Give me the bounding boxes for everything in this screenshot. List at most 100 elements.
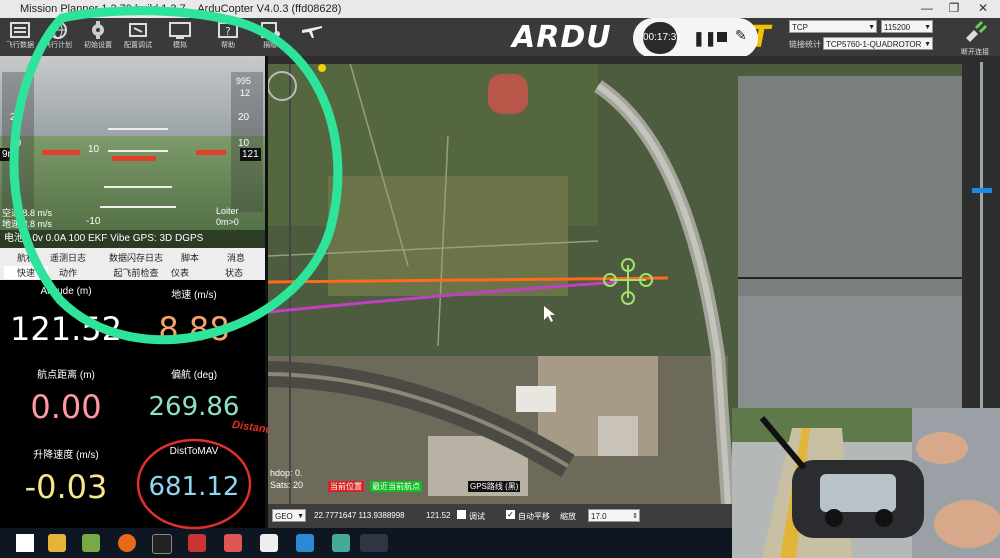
tab-gauges[interactable]: 仪表	[158, 266, 202, 279]
hdop-label: hdop: 0.	[270, 468, 303, 478]
zoom-label: 缩放	[560, 512, 576, 521]
main-toolbar: 飞行数据 飞行计划 初始设置 配置调试 模拟 ? 帮助 捐赠 ARDU T 00…	[0, 18, 1000, 58]
aircraft-reference-right	[196, 150, 226, 155]
baud-value: 115200	[884, 23, 911, 32]
tab-aircraft[interactable]: 航机	[4, 251, 48, 264]
cursor-coordinates: 22.7771647 113.9388998	[314, 511, 405, 520]
auto-pan-label: 自动平移	[518, 512, 550, 521]
restore-button[interactable]: ❐	[943, 1, 965, 15]
hud-status-bar: 电池0.0v 0.0A 100 EKF Vibe GPS: 3D DGPS	[0, 230, 265, 248]
tab-messages[interactable]: 消息	[214, 251, 258, 264]
quick-value-yaw: 269.86	[148, 392, 240, 422]
hud-panel: 20 10 10 -10 10 20 9m 121 空速 8.8 m/s 地速 …	[0, 56, 265, 248]
logo-text: ARDU	[512, 20, 612, 55]
app-icon[interactable]	[260, 534, 278, 552]
airspeed-readout: 9m	[0, 148, 18, 161]
app-icon[interactable]	[332, 534, 350, 552]
flight-data-label: 飞行数据	[6, 42, 34, 49]
tab-scripts[interactable]: 脚本	[168, 251, 212, 264]
pen-icon[interactable]: ✎	[735, 27, 747, 44]
data-tabs: 航机 遥测日志 数据闪存日志 脚本 消息 快速 动作 起飞前检查 仪表 状态	[0, 248, 265, 280]
app-icon[interactable]	[188, 534, 206, 552]
legend-nearest-waypoint: 最近当前航点	[370, 481, 422, 492]
auto-pan-checkbox[interactable]: ✓	[506, 510, 515, 519]
pitch-ladder-line	[100, 206, 176, 208]
zoom-slider-handle[interactable]	[972, 188, 992, 193]
spinner-arrows-icon: ⇕	[632, 513, 638, 520]
connect-button[interactable]: 断开连接	[955, 20, 995, 56]
quick-label-yaw: 偏航 (deg)	[170, 370, 218, 381]
donate-icon	[261, 22, 280, 38]
quick-value-dist-to-mav: 681.12	[148, 472, 240, 502]
webcam-overlay	[732, 408, 1000, 558]
debug-checkbox[interactable]	[457, 510, 466, 519]
pitch-ladder-line	[108, 150, 168, 152]
help-label: 帮助	[221, 42, 235, 49]
window-title-bar: Mission Planner 1.3.70 build 1.3.7... Ar…	[0, 0, 1000, 18]
tab-actions[interactable]: 动作	[46, 266, 90, 279]
flight-mode-label: Loiter	[216, 206, 239, 216]
flight-data-button[interactable]: 飞行数据	[0, 20, 40, 54]
quick-value-wp-distance: 0.00	[30, 388, 102, 426]
connection-type-select[interactable]: TCP ▼	[789, 20, 877, 33]
chevron-down-icon: ▼	[297, 513, 304, 520]
flight-plan-button[interactable]: 飞行计划	[38, 20, 78, 54]
initial-setup-icon	[92, 21, 104, 39]
window-title: Mission Planner 1.3.70 build 1.3.7... Ar…	[20, 3, 342, 15]
legend-gps-track: GPS路线 (黑)	[468, 481, 521, 492]
altitude-readout: 121	[240, 148, 261, 161]
simulation-label: 模拟	[173, 42, 187, 49]
quick-value-groundspeed: 8.88	[158, 310, 230, 348]
tab-dataflash[interactable]: 数据闪存日志	[106, 251, 166, 264]
tab-preflight[interactable]: 起飞前检查	[106, 266, 166, 279]
tab-tlog[interactable]: 遥测日志	[46, 251, 90, 264]
zoom-value: 17.0	[591, 512, 607, 521]
simulation-button[interactable]: 模拟	[160, 20, 200, 54]
windows-taskbar	[0, 528, 732, 558]
link-stats-link[interactable]: 链接统计	[789, 39, 821, 50]
video-app-icon[interactable]	[296, 534, 314, 552]
vehicle-select[interactable]: TCP5760-1-QUADROTOR ▼	[823, 37, 933, 50]
quick-label-climb-rate: 升降速度 (m/s)	[33, 450, 99, 461]
heading-readout: 12	[240, 88, 251, 98]
pause-icon[interactable]: ❚❚	[693, 30, 716, 47]
quick-label-dist-to-mav: DistToMAV	[169, 446, 219, 457]
connection-type-value: TCP	[792, 23, 808, 32]
zoom-input[interactable]: 17.0 ⇕	[588, 509, 640, 522]
quick-label-wp-distance: 航点距离 (m)	[37, 370, 95, 381]
stop-icon[interactable]	[717, 32, 727, 42]
chevron-down-icon: ▼	[868, 24, 875, 31]
cursor-altitude: 121.52	[426, 511, 451, 520]
donate-button[interactable]: 捐赠	[250, 20, 290, 54]
baud-select[interactable]: 115200 ▼	[881, 20, 933, 33]
hud-status-text: 电池0.0v 0.0A 100 EKF Vibe GPS: 3D DGPS	[4, 233, 204, 244]
file-explorer-icon[interactable]	[48, 534, 66, 552]
app-icon[interactable]	[82, 534, 100, 552]
tab-status[interactable]: 状态	[212, 266, 256, 279]
mission-planner-task-icon[interactable]	[360, 534, 388, 552]
firefox-icon[interactable]	[118, 534, 136, 552]
tab-quick[interactable]: 快速	[4, 266, 48, 279]
flight-plan-icon	[49, 21, 67, 39]
screen-recorder-widget[interactable]: 00:17:31 ❚❚ ✎	[633, 18, 758, 58]
initial-setup-button[interactable]: 初始设置	[78, 20, 118, 54]
top-right-readout: 995	[236, 76, 252, 86]
app-icon[interactable]	[224, 534, 242, 552]
ladder-label: 20	[10, 112, 22, 123]
config-tuning-button[interactable]: 配置调试	[118, 20, 158, 54]
initial-setup-label: 初始设置	[84, 42, 112, 49]
coordinate-system-select[interactable]: GEO ▼	[272, 509, 306, 522]
help-button[interactable]: ? 帮助	[208, 20, 248, 54]
recording-time: 00:17:31	[643, 22, 682, 54]
plug-icon	[966, 20, 988, 42]
chevron-down-icon: ▼	[924, 24, 931, 31]
legend-current-position: 当前位置	[328, 481, 364, 492]
help-icon: ?	[218, 22, 238, 38]
close-button[interactable]: ✕	[972, 1, 994, 15]
home-distance-label: 0m>0	[216, 217, 239, 227]
windows-start-icon[interactable]	[16, 534, 34, 552]
pitch-ladder-line	[108, 128, 168, 130]
terminal-icon[interactable]	[152, 534, 172, 554]
plane-button[interactable]	[292, 20, 332, 54]
minimize-button[interactable]: —	[916, 1, 938, 15]
